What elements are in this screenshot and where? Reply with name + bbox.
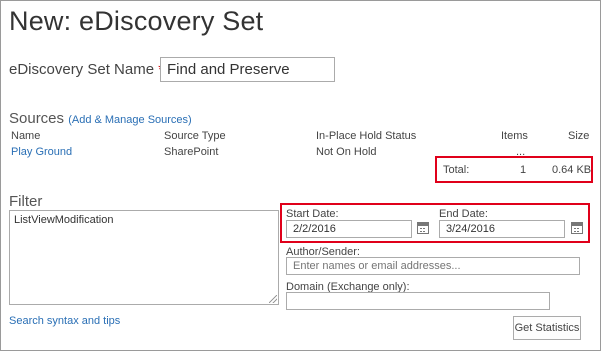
- col-hold-header: In-Place Hold Status: [316, 130, 417, 142]
- author-input[interactable]: [286, 257, 580, 275]
- total-size: 0.64 KB: [552, 164, 592, 176]
- source-type: SharePoint: [164, 146, 219, 158]
- total-items: 1: [520, 164, 527, 176]
- total-label: Total:: [443, 164, 470, 176]
- end-date-label: End Date:: [439, 208, 488, 220]
- start-date-label: Start Date:: [286, 208, 339, 220]
- set-name-label-text: eDiscovery Set Name: [9, 61, 155, 78]
- col-name-header: Name: [11, 130, 41, 142]
- page-title: New: eDiscovery Set: [9, 6, 264, 36]
- filter-query-textarea[interactable]: ListViewModification: [9, 210, 279, 305]
- source-hold-status: Not On Hold: [316, 146, 377, 158]
- col-items-header: Items: [501, 130, 528, 142]
- source-name-link[interactable]: Play Ground: [11, 146, 72, 158]
- end-date-input[interactable]: [439, 220, 565, 238]
- search-syntax-link[interactable]: Search syntax and tips: [9, 315, 120, 327]
- domain-input[interactable]: [286, 292, 550, 310]
- manage-sources-link[interactable]: (Add & Manage Sources): [68, 114, 192, 126]
- resize-grip-icon[interactable]: [269, 295, 277, 303]
- filter-query-text: ListViewModification: [14, 214, 114, 226]
- get-statistics-button[interactable]: Get Statistics: [513, 316, 581, 340]
- col-size-header: Size: [568, 130, 590, 142]
- calendar-icon[interactable]: [571, 222, 583, 234]
- start-date-input[interactable]: [286, 220, 412, 238]
- set-name-label: eDiscovery Set Name *: [9, 61, 164, 78]
- sources-heading: Sources: [9, 110, 65, 127]
- col-type-header: Source Type: [164, 130, 226, 142]
- set-name-input[interactable]: [160, 57, 335, 82]
- sources-section: Sources (Add & Manage Sources): [9, 110, 192, 127]
- filter-heading: Filter: [9, 193, 43, 210]
- calendar-icon[interactable]: [417, 222, 429, 234]
